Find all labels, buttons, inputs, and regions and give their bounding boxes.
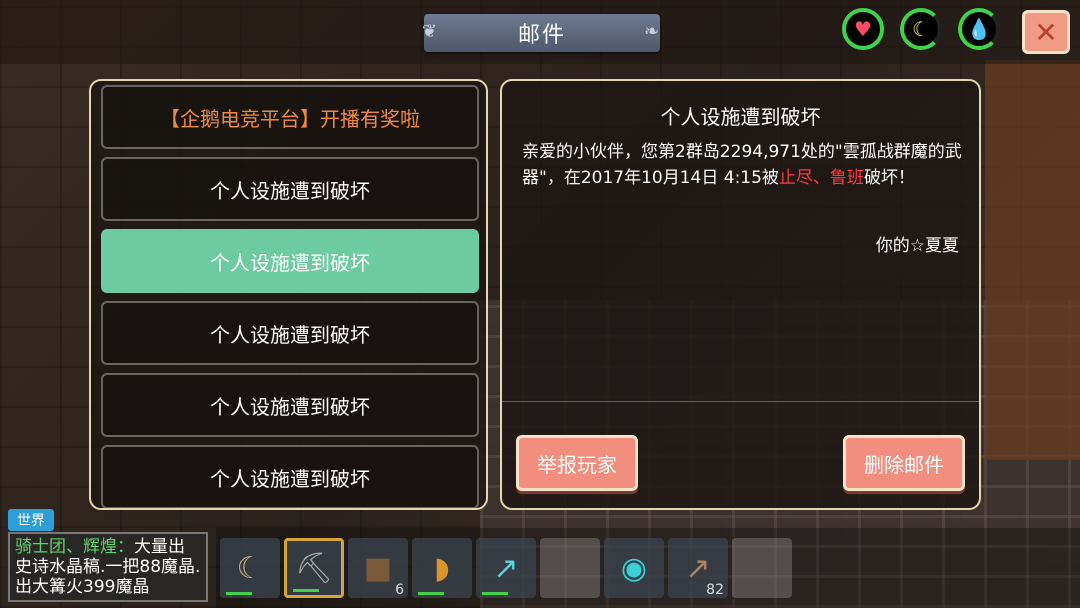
mail-item-label: 个人设施遭到破坏: [210, 178, 370, 203]
hotbar-slot[interactable]: ↗: [476, 538, 536, 598]
health-stat: ♥: [842, 8, 884, 50]
mail-title-banner: ❦ 邮件 ❧: [422, 14, 662, 52]
close-button[interactable]: ✕: [1022, 10, 1070, 54]
mail-item-selected[interactable]: 个人设施遭到破坏: [101, 229, 479, 293]
pickaxe-icon: ⛏: [294, 550, 334, 586]
mail-item[interactable]: 个人设施遭到破坏: [101, 301, 479, 365]
item-count: 6: [395, 582, 404, 598]
mail-body-highlight: 止尽、鲁班: [778, 168, 864, 188]
hotbar-slot[interactable]: ◉: [604, 538, 664, 598]
spear-icon: ↗: [493, 550, 519, 586]
mail-list-panel: 【企鹅电竞平台】开播有奖啦 个人设施遭到破坏 个人设施遭到破坏 个人设施遭到破坏…: [89, 79, 488, 510]
durability-bar: [226, 592, 252, 595]
mail-detail-title: 个人设施遭到破坏: [660, 105, 821, 129]
mail-item[interactable]: 个人设施遭到破坏: [101, 445, 479, 508]
mail-detail-panel: 个人设施遭到破坏 亲爱的小伙伴，您第2群岛2294,971处的"雲孤战群魔的武器…: [500, 79, 981, 510]
hunger-stat: ☾: [900, 8, 942, 50]
mail-signature: 你的☆夏夏: [875, 236, 959, 256]
durability-bar: [482, 592, 508, 595]
page-title: 邮件: [517, 23, 566, 48]
report-player-button[interactable]: 举报玩家: [516, 435, 638, 491]
mail-item-label: 个人设施遭到破坏: [210, 466, 370, 491]
mail-item-label: 个人设施遭到破坏: [210, 250, 370, 275]
arrow-icon: ↗: [685, 550, 711, 586]
mail-item-promo[interactable]: 【企鹅电竞平台】开播有奖啦: [101, 85, 479, 149]
item-count: 82: [706, 582, 724, 598]
hotbar-slot[interactable]: ◗: [412, 538, 472, 598]
grass-block-icon: ■: [363, 550, 393, 586]
durability-bar: [293, 589, 319, 592]
mail-item[interactable]: 个人设施遭到破坏: [101, 157, 479, 221]
curl-right-icon: ❧: [644, 21, 662, 42]
chat-channel-tag[interactable]: 世界: [8, 509, 54, 531]
heart-icon: ♥: [854, 17, 872, 41]
divider: [502, 401, 979, 402]
hotbar-slot-selected[interactable]: ⛏: [284, 538, 344, 598]
mail-body-text-end: 破坏！: [863, 168, 915, 188]
scythe-icon: ☾: [236, 550, 264, 586]
hotbar-slot-empty[interactable]: [732, 538, 792, 598]
mail-item-label: 【企鹅电竞平台】开播有奖啦: [160, 106, 420, 131]
delete-mail-button[interactable]: 删除邮件: [843, 435, 965, 491]
banana-icon: ☾: [912, 17, 930, 41]
mail-item[interactable]: 个人设施遭到破坏: [101, 373, 479, 437]
orb-icon: ◉: [620, 550, 648, 586]
chat-sender: 骑士团、辉煌：: [15, 537, 134, 557]
water-stat: 💧: [958, 8, 1000, 50]
hotbar-slot-empty[interactable]: [540, 538, 600, 598]
durability-bar: [418, 592, 444, 595]
background-door: [985, 60, 1080, 460]
mail-item-label: 个人设施遭到破坏: [210, 394, 370, 419]
mail-item-label: 个人设施遭到破坏: [210, 322, 370, 347]
mail-detail-body: 亲爱的小伙伴，您第2群岛2294,971处的"雲孤战群魔的武器"，在2017年1…: [522, 139, 962, 191]
chat-box[interactable]: 骑士团、辉煌：大量出史诗水晶稿.一把88魔晶.出大篝火399魔晶: [8, 532, 208, 602]
hotbar-slot[interactable]: ■ 6: [348, 538, 408, 598]
hotbar-slot[interactable]: ☾: [220, 538, 280, 598]
hotbar-slot[interactable]: ↗ 82: [668, 538, 728, 598]
banana-icon: ◗: [434, 550, 450, 586]
water-drop-icon: 💧: [966, 17, 992, 41]
close-icon: ✕: [1034, 15, 1058, 49]
curl-left-icon: ❦: [422, 21, 440, 42]
